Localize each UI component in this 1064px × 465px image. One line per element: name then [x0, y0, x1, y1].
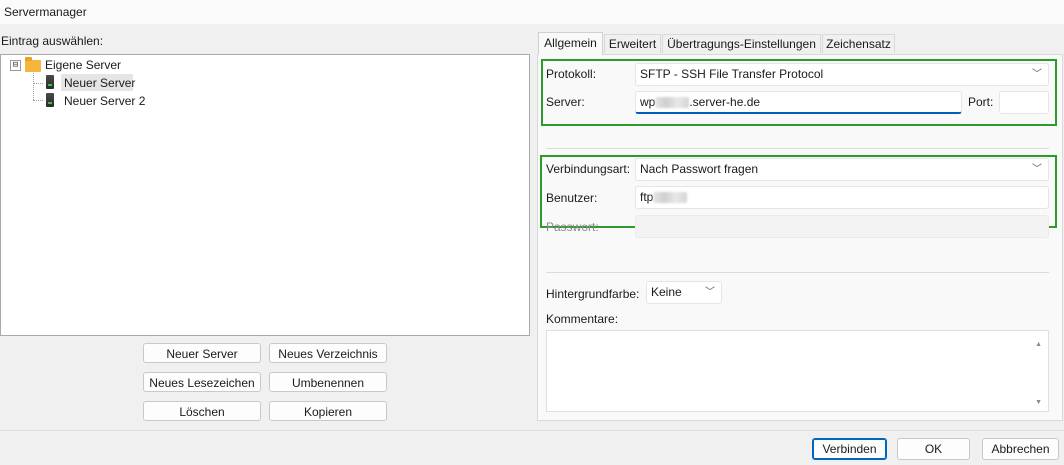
port-input[interactable]	[999, 91, 1049, 114]
redacted-text	[655, 97, 690, 109]
scroll-down-icon[interactable]: ▼	[1035, 399, 1042, 406]
server-icon	[46, 93, 54, 107]
server-input[interactable]: wp .server-he.de	[635, 91, 962, 114]
delete-button[interactable]: Löschen	[143, 401, 261, 421]
tree-item-neuer-server-2[interactable]: Neuer Server 2	[64, 94, 145, 108]
tab-advanced[interactable]: Erweitert	[604, 34, 661, 53]
protocol-select[interactable]: SFTP - SSH File Transfer Protocol ﹀	[635, 63, 1049, 86]
tab-transfer-settings[interactable]: Übertragungs-Einstellungen	[662, 34, 821, 53]
entry-label: Eintrag auswählen:	[1, 34, 104, 48]
password-input	[635, 215, 1049, 238]
comments-textarea[interactable]: ▲ ▼	[546, 330, 1049, 412]
logon-type-label: Verbindungsart:	[546, 162, 631, 176]
tree-root-label[interactable]: Eigene Server	[45, 58, 121, 72]
footer-divider	[0, 430, 1064, 431]
rename-button[interactable]: Umbenennen	[269, 372, 387, 392]
scroll-up-icon[interactable]: ▲	[1035, 341, 1042, 348]
ok-button[interactable]: OK	[897, 438, 970, 460]
bg-color-value: Keine	[651, 285, 682, 299]
separator	[546, 272, 1049, 273]
redacted-text	[653, 192, 688, 204]
folder-icon	[25, 57, 41, 72]
chevron-down-icon: ﹀	[705, 287, 715, 298]
copy-button[interactable]: Kopieren	[269, 401, 387, 421]
chevron-down-icon: ﹀	[1032, 164, 1042, 175]
title-bar	[0, 0, 1064, 24]
new-server-button[interactable]: Neuer Server	[143, 343, 261, 363]
comments-label: Kommentare:	[546, 312, 619, 326]
separator	[546, 148, 1049, 149]
new-bookmark-button[interactable]: Neues Lesezeichen	[143, 372, 261, 392]
server-label: Server:	[546, 95, 585, 109]
connect-button[interactable]: Verbinden	[812, 438, 887, 460]
protocol-label: Protokoll:	[546, 67, 597, 81]
server-prefix: wp	[640, 95, 656, 109]
tree-connector	[33, 83, 43, 84]
bg-color-label: Hintergrundfarbe:	[546, 287, 640, 301]
new-folder-button[interactable]: Neues Verzeichnis	[269, 343, 387, 363]
logon-type-select[interactable]: Nach Passwort fragen ﹀	[635, 158, 1049, 181]
port-label: Port:	[968, 95, 994, 109]
tree-item-neuer-server[interactable]: Neuer Server	[64, 76, 135, 90]
protocol-value: SFTP - SSH File Transfer Protocol	[640, 67, 824, 81]
user-prefix: ftp	[640, 190, 654, 204]
tab-charset[interactable]: Zeichensatz	[822, 34, 895, 53]
tree-connector	[33, 71, 34, 100]
window-title: Servermanager	[4, 5, 87, 19]
tree-connector	[33, 100, 43, 101]
chevron-down-icon: ﹀	[1032, 69, 1042, 80]
logon-type-value: Nach Passwort fragen	[640, 162, 759, 176]
cancel-button[interactable]: Abbrechen	[982, 438, 1059, 460]
collapse-icon[interactable]: ⊟	[10, 60, 21, 71]
tab-general[interactable]: Allgemein	[538, 32, 603, 55]
password-label: Passwort:	[546, 220, 599, 234]
user-input[interactable]: ftp	[635, 186, 1049, 209]
bg-color-select[interactable]: Keine ﹀	[646, 281, 722, 304]
server-suffix: .server-he.de	[689, 95, 761, 109]
user-label: Benutzer:	[546, 191, 598, 205]
server-tree[interactable]: ⊟ Eigene Server Neuer Server Neuer Serve…	[0, 54, 530, 336]
server-icon	[46, 75, 54, 89]
